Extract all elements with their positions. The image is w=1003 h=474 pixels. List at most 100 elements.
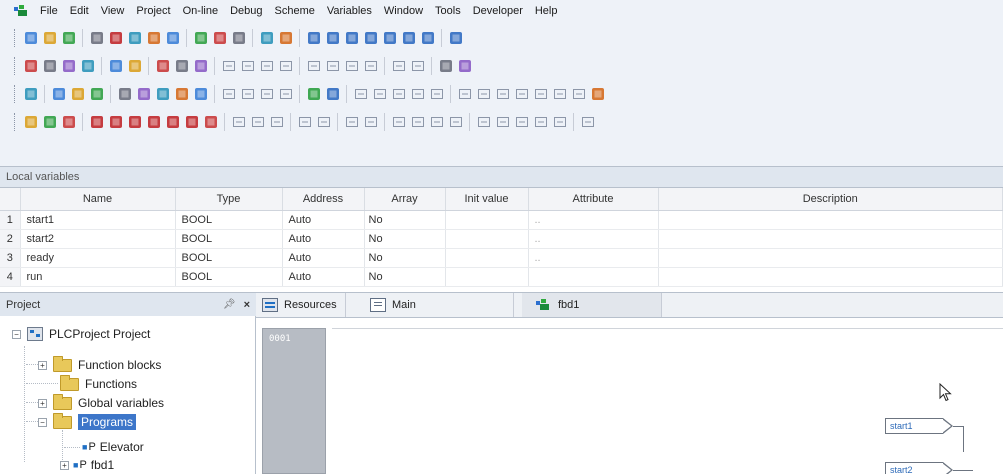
gate-icon[interactable] [495, 114, 511, 130]
shape-icon[interactable] [174, 86, 190, 102]
window-icon[interactable] [448, 30, 464, 46]
cell-type[interactable]: BOOL [175, 210, 283, 230]
connect-icon[interactable] [203, 114, 219, 130]
menu-on-line[interactable]: On-line [177, 5, 224, 17]
variable-input-start1[interactable]: start1 [885, 418, 964, 452]
tab-resources[interactable]: Resources [256, 293, 346, 317]
red-icon[interactable] [184, 114, 200, 130]
find-next-icon[interactable] [231, 30, 247, 46]
window-icon[interactable] [401, 30, 417, 46]
menu-window[interactable]: Window [378, 5, 429, 17]
layout-icon[interactable] [23, 58, 39, 74]
red-icon[interactable] [108, 114, 124, 130]
gate-icon[interactable] [363, 114, 379, 130]
text-icon[interactable] [590, 86, 606, 102]
align-icon[interactable] [240, 58, 256, 74]
shape-icon[interactable] [136, 86, 152, 102]
align-icon[interactable] [325, 58, 341, 74]
table-row[interactable]: 4 run BOOL Auto No [0, 267, 1003, 287]
red-icon[interactable] [165, 114, 181, 130]
flag-icon[interactable] [457, 58, 473, 74]
collapse-icon[interactable]: − [38, 417, 47, 427]
ladder-icon[interactable] [391, 86, 407, 102]
column-header[interactable] [0, 188, 21, 211]
cell-attribute[interactable] [528, 267, 659, 287]
cell-address[interactable]: Auto [282, 210, 365, 230]
cell-address[interactable]: Auto [282, 248, 365, 268]
red-icon[interactable] [146, 114, 162, 130]
compile-icon[interactable] [51, 86, 67, 102]
arrow-icon[interactable] [193, 58, 209, 74]
zoom-icon[interactable] [61, 114, 77, 130]
gate-icon[interactable] [552, 114, 568, 130]
cell-type[interactable]: BOOL [175, 248, 283, 268]
column-header[interactable]: Attribute [528, 188, 659, 211]
fbd-editor[interactable]: 0001 start1 start2 [256, 318, 1003, 474]
cell-type[interactable]: BOOL [175, 267, 283, 287]
window-icon[interactable] [344, 30, 360, 46]
box-icon[interactable] [571, 86, 587, 102]
red-icon[interactable] [127, 114, 143, 130]
window-icon[interactable] [306, 30, 322, 46]
pin-icon[interactable]: 📌︎ [223, 299, 236, 310]
fbd-canvas[interactable]: start1 start2 [332, 328, 1003, 474]
gate-icon[interactable] [344, 114, 360, 130]
find-icon[interactable] [193, 30, 209, 46]
variable-input-start2[interactable]: start2 [885, 462, 973, 474]
box-icon[interactable] [552, 86, 568, 102]
cell-name[interactable]: run [20, 267, 176, 287]
column-header[interactable]: Array [364, 188, 446, 211]
gate-icon[interactable] [231, 114, 247, 130]
cell-array[interactable]: No [364, 210, 446, 230]
cell-name[interactable]: start2 [20, 229, 176, 249]
blue-icon[interactable] [325, 86, 341, 102]
build-icon[interactable] [70, 86, 86, 102]
box-icon[interactable] [514, 86, 530, 102]
cell-address[interactable]: Auto [282, 229, 365, 249]
green-icon[interactable] [306, 86, 322, 102]
gate-icon[interactable] [297, 114, 313, 130]
ladder-icon[interactable] [353, 86, 369, 102]
gate-icon[interactable] [391, 114, 407, 130]
cut-icon[interactable] [127, 30, 143, 46]
cell-array[interactable]: No [364, 248, 446, 268]
cell-description[interactable] [658, 248, 1003, 268]
menu-edit[interactable]: Edit [64, 5, 95, 17]
cell-init[interactable] [445, 267, 529, 287]
collapse-icon[interactable]: − [12, 329, 21, 339]
gate-icon[interactable] [476, 114, 492, 130]
menu-file[interactable]: File [34, 5, 64, 17]
layout-icon[interactable] [61, 58, 77, 74]
tool-icon[interactable] [278, 86, 294, 102]
tree-item-global-variables[interactable]: + Global variables [38, 393, 164, 412]
cell-attribute[interactable]: .. [528, 248, 659, 268]
align-icon[interactable] [391, 58, 407, 74]
expand-icon[interactable]: + [38, 398, 47, 408]
gate-icon[interactable] [410, 114, 426, 130]
gate-icon[interactable] [448, 114, 464, 130]
table-row[interactable]: 2 start2 BOOL Auto No.. [0, 229, 1003, 249]
ladder-icon[interactable] [429, 86, 445, 102]
expand-icon[interactable]: + [60, 460, 69, 470]
align-icon[interactable] [306, 58, 322, 74]
tab-main[interactable]: Main [364, 293, 514, 317]
menu-debug[interactable]: Debug [224, 5, 268, 17]
cell-array[interactable]: No [364, 267, 446, 287]
menu-help[interactable]: Help [529, 5, 564, 17]
gate-icon[interactable] [533, 114, 549, 130]
cell-description[interactable] [658, 267, 1003, 287]
new-file-icon[interactable] [23, 30, 39, 46]
rect-icon[interactable] [155, 58, 171, 74]
block-icon[interactable] [117, 86, 133, 102]
replace-icon[interactable] [212, 30, 228, 46]
project-root-node[interactable]: − PLCProject Project [12, 325, 150, 343]
window-icon[interactable] [363, 30, 379, 46]
align-icon[interactable] [259, 58, 275, 74]
cell-address[interactable]: Auto [282, 267, 365, 287]
column-header[interactable]: Init value [445, 188, 529, 211]
tab-fbd1[interactable]: fbd1 [522, 293, 662, 317]
undo-icon[interactable] [89, 30, 105, 46]
menu-scheme[interactable]: Scheme [269, 5, 321, 17]
menu-variables[interactable]: Variables [321, 5, 378, 17]
tree-item-function-blocks[interactable]: + Function blocks [38, 355, 161, 374]
